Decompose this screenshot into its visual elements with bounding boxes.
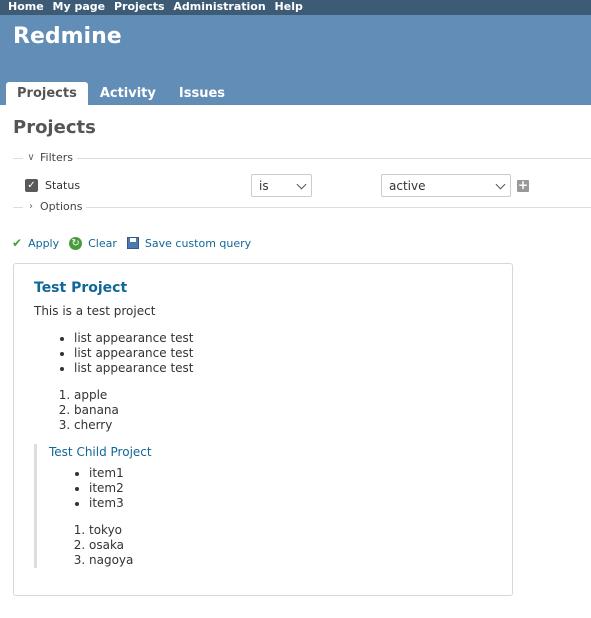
add-filter-button[interactable]: + <box>517 179 529 192</box>
save-query-label: Save custom query <box>144 236 252 250</box>
options-toggle[interactable]: › Options <box>23 200 87 214</box>
top-menu-administration-link[interactable]: Administration <box>173 0 265 13</box>
list-item: item3 <box>89 496 124 511</box>
page-title: Projects <box>13 117 96 138</box>
chevron-down-icon <box>495 179 506 190</box>
list-item: list appearance test <box>74 361 194 376</box>
list-item: item2 <box>89 481 124 496</box>
list-item: tokyo <box>89 523 133 538</box>
app-title: Redmine <box>13 24 122 49</box>
query-actions: ✔ Apply ↻ Clear Save custom query <box>12 235 261 251</box>
save-query-button[interactable]: Save custom query <box>126 236 252 250</box>
list-item: banana <box>74 403 119 418</box>
status-value-select[interactable]: active <box>381 174 511 197</box>
chevron-down-icon: ∨ <box>27 152 35 163</box>
header: Redmine Projects Activity Issues <box>0 15 591 105</box>
filter-status-row: ✓ Status is active + <box>25 174 585 197</box>
top-menu-help-link[interactable]: Help <box>275 0 303 13</box>
status-value-text: active <box>389 179 426 193</box>
options-legend: Options <box>40 200 83 213</box>
top-menu-projects-link[interactable]: Projects <box>114 0 165 13</box>
clear-label: Clear <box>88 236 117 250</box>
list-item: nagoya <box>89 553 133 568</box>
child-bullet-list: item1 item2 item3 <box>89 466 124 511</box>
top-menu: Home My page Projects Administration Hel… <box>0 0 591 15</box>
main-menu: Projects Activity Issues <box>6 82 237 105</box>
status-checkbox[interactable]: ✓ <box>25 179 38 192</box>
tab-activity[interactable]: Activity <box>89 82 167 105</box>
filters-divider <box>13 158 591 159</box>
child-project-link[interactable]: Test Child Project <box>49 445 152 459</box>
clear-button[interactable]: ↻ Clear <box>69 236 117 250</box>
options-fieldset: › Options <box>13 200 591 214</box>
tab-projects[interactable]: Projects <box>6 82 88 105</box>
options-divider <box>13 207 591 208</box>
project-bullet-list: list appearance test list appearance tes… <box>74 331 194 376</box>
child-ordered-list: tokyo osaka nagoya <box>89 523 133 568</box>
top-menu-home-link[interactable]: Home <box>8 0 44 13</box>
list-item: list appearance test <box>74 331 194 346</box>
project-description: This is a test project <box>34 304 156 318</box>
status-filter-label: Status <box>45 179 81 192</box>
checkmark-icon: ✔ <box>12 236 23 250</box>
project-card: Test Project This is a test project list… <box>13 263 513 596</box>
save-icon <box>126 237 139 249</box>
chevron-down-icon <box>296 179 307 190</box>
list-item: apple <box>74 388 119 403</box>
chevron-right-icon: › <box>29 201 33 212</box>
list-item: list appearance test <box>74 346 194 361</box>
filters-toggle[interactable]: ∨ Filters <box>23 151 77 165</box>
list-item: osaka <box>89 538 133 553</box>
status-operator-select[interactable]: is <box>251 174 312 197</box>
filters-fieldset: ∨ Filters <box>13 151 591 165</box>
project-ordered-list: apple banana cherry <box>74 388 119 433</box>
top-menu-my-page-link[interactable]: My page <box>53 0 106 13</box>
apply-button[interactable]: ✔ Apply <box>12 236 59 250</box>
child-project-block: Test Child Project item1 item2 item3 tok… <box>34 444 494 568</box>
tab-issues[interactable]: Issues <box>168 82 236 105</box>
apply-label: Apply <box>28 236 60 250</box>
reload-icon: ↻ <box>69 236 83 250</box>
list-item: cherry <box>74 418 119 433</box>
filters-legend: Filters <box>40 151 73 164</box>
project-title-link[interactable]: Test Project <box>34 280 127 296</box>
list-item: item1 <box>89 466 124 481</box>
status-operator-value: is <box>259 179 269 193</box>
